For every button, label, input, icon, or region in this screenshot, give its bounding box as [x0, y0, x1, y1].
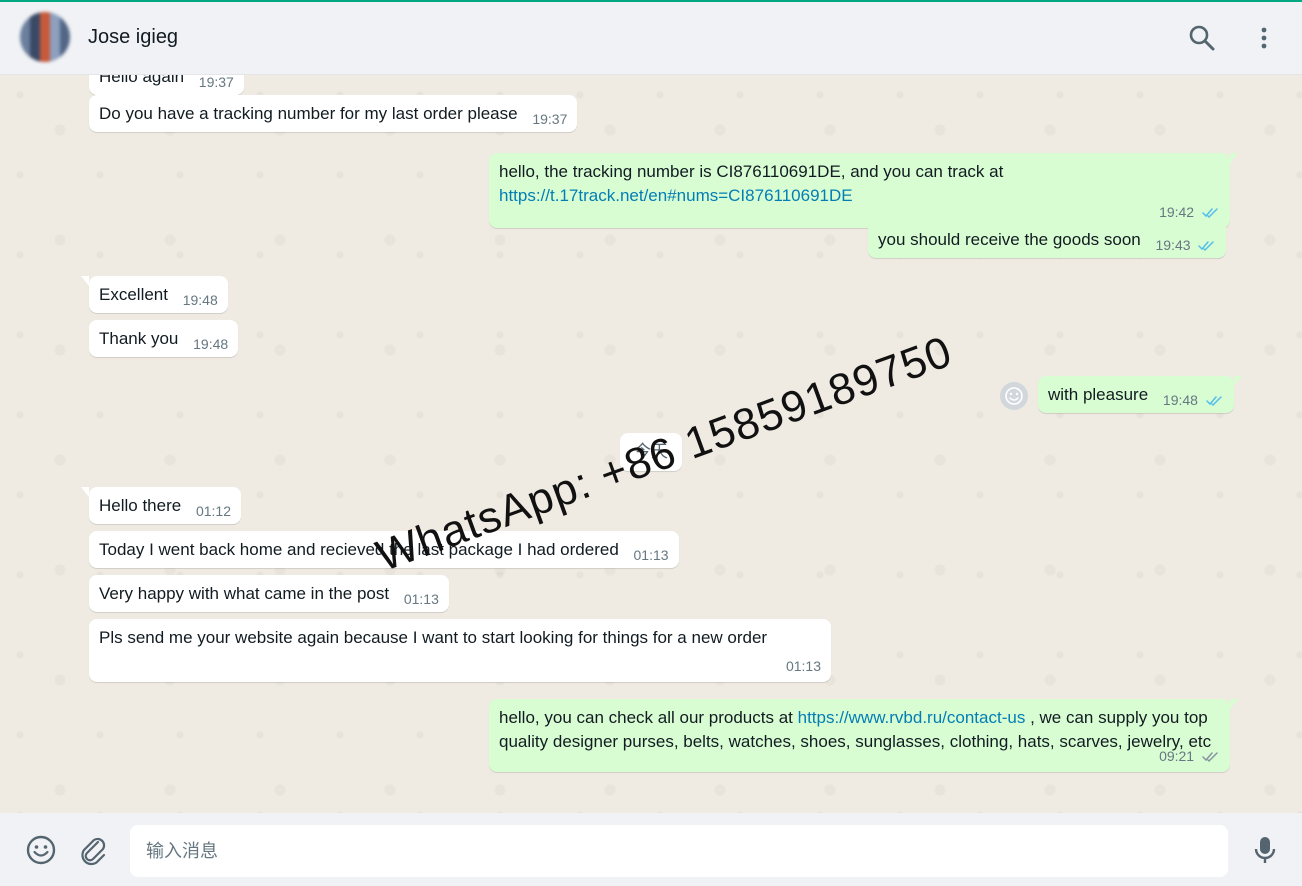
message-time: 01:12	[195, 503, 231, 519]
message-text: Hello again	[99, 75, 185, 86]
message-text: Thank you	[99, 329, 179, 348]
message-list[interactable]: Hello again 19:37 Do you have a tracking…	[0, 75, 1302, 813]
message-text: you should receive the goods soon	[878, 230, 1141, 249]
menu-icon[interactable]	[1248, 22, 1280, 54]
message-out[interactable]: with pleasure 19:48	[1038, 376, 1242, 413]
message-text: with pleasure	[1048, 385, 1149, 404]
read-ticks-icon	[1206, 396, 1222, 407]
message-time: 01:13	[633, 547, 669, 563]
message-in[interactable]: Pls send me your website again because I…	[89, 619, 831, 682]
message-in[interactable]: Hello again 19:37	[89, 75, 244, 95]
read-ticks-icon	[1202, 208, 1218, 219]
message-out[interactable]: hello, you can check all our products at…	[489, 699, 1238, 772]
message-in[interactable]: Hello there 01:12	[81, 487, 241, 524]
message-in[interactable]: Do you have a tracking number for my las…	[89, 95, 578, 132]
message-text: Pls send me your website again because I…	[99, 628, 768, 647]
message-time: 19:43	[1155, 237, 1191, 253]
message-in[interactable]: Excellent 19:48	[81, 276, 228, 313]
message-text: Hello there	[99, 496, 182, 515]
contact-name[interactable]: Jose igieg	[88, 26, 178, 49]
attach-icon[interactable]	[76, 833, 110, 867]
message-time: 19:48	[193, 336, 229, 352]
message-out[interactable]: you should receive the goods soon 19:43	[868, 221, 1227, 258]
message-time: 01:13	[785, 658, 821, 674]
message-text: Today I went back home and recieved the …	[99, 540, 619, 559]
message-text: hello, the tracking number is CI87611069…	[499, 162, 1004, 181]
message-input[interactable]	[130, 825, 1228, 877]
message-time: 19:37	[532, 111, 568, 127]
delivered-ticks-icon	[1202, 752, 1218, 763]
tracking-link[interactable]: https://t.17track.net/en#nums=CI87611069…	[499, 186, 853, 205]
message-text: Excellent	[99, 285, 168, 304]
composer-bar	[0, 813, 1302, 886]
search-icon[interactable]	[1186, 22, 1218, 54]
message-time: 19:37	[198, 75, 234, 90]
chat-header: Jose igieg	[0, 2, 1302, 75]
message-in[interactable]: Thank you 19:48	[89, 320, 239, 357]
message-out[interactable]: hello, the tracking number is CI87611069…	[489, 153, 1238, 228]
emoji-icon[interactable]	[24, 833, 58, 867]
message-time: 01:13	[403, 591, 439, 607]
website-link[interactable]: https://www.rvbd.ru/contact-us	[798, 708, 1026, 727]
date-divider: 今天	[620, 433, 682, 471]
message-text: Do you have a tracking number for my las…	[99, 104, 518, 123]
avatar[interactable]	[20, 12, 70, 62]
react-emoji-icon[interactable]	[999, 381, 1029, 411]
message-text: hello, you can check all our products at	[499, 708, 793, 727]
message-time: 19:42	[1159, 204, 1195, 220]
message-in[interactable]: Very happy with what came in the post 01…	[89, 575, 449, 612]
read-ticks-icon	[1198, 241, 1215, 252]
message-text: Very happy with what came in the post	[99, 584, 390, 603]
mic-icon[interactable]	[1248, 833, 1282, 867]
message-in[interactable]: Today I went back home and recieved the …	[89, 531, 679, 568]
message-time: 19:48	[1162, 392, 1198, 408]
message-time: 19:48	[182, 292, 218, 308]
message-time: 09:21	[1159, 748, 1195, 764]
